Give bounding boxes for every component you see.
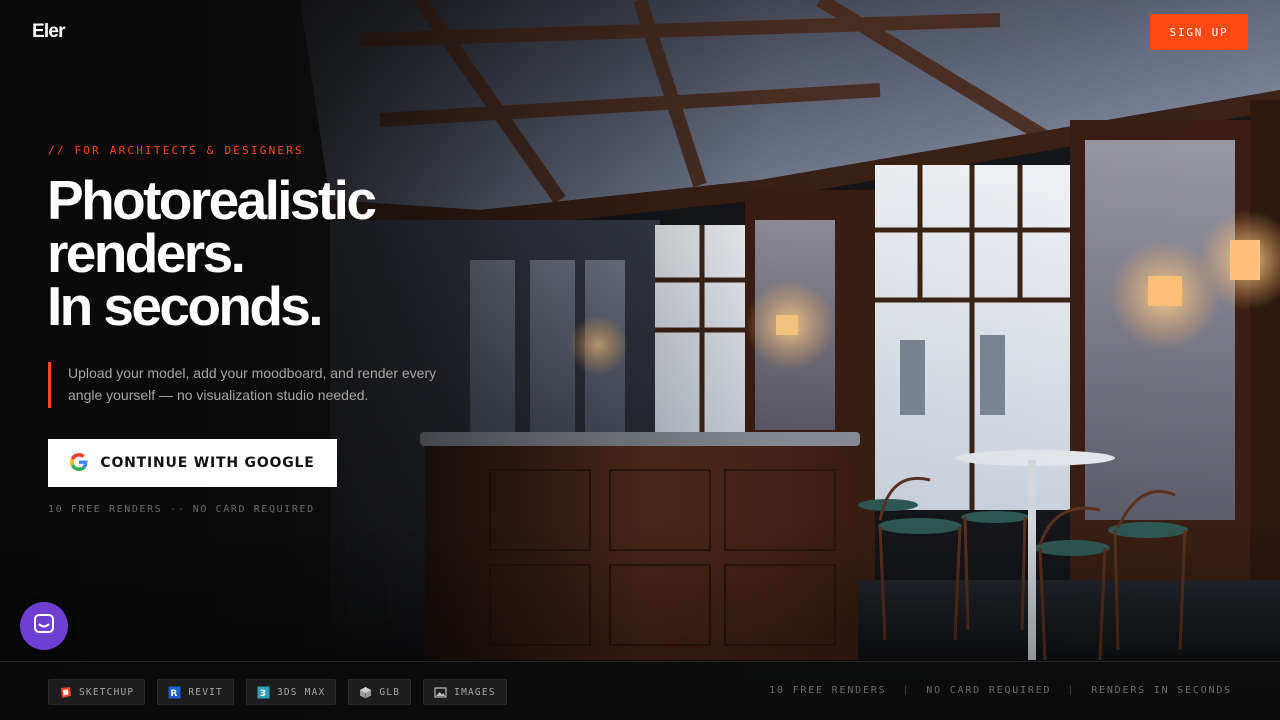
continue-with-google-button[interactable]: CONTINUE WITH GOOGLE (48, 439, 337, 487)
3dsmax-icon: 3 (257, 686, 270, 699)
stat-free-renders: 10 FREE RENDERS (769, 685, 887, 696)
footer-stats: 10 FREE RENDERS | NO CARD REQUIRED | REN… (769, 685, 1232, 696)
hero-description: Upload your model, add your moodboard, a… (48, 362, 468, 408)
stat-no-card: NO CARD REQUIRED (926, 685, 1052, 696)
chat-icon (32, 612, 56, 641)
format-label: GLB (379, 686, 401, 698)
footer-bar: SKETCHUP R REVIT 3 3DS MAX GLB IMAGES 10… (0, 661, 1280, 720)
google-icon (70, 452, 88, 474)
format-chip-images[interactable]: IMAGES (423, 679, 507, 705)
stat-separator: | (902, 685, 911, 696)
supported-formats: SKETCHUP R REVIT 3 3DS MAX GLB IMAGES (48, 679, 507, 705)
format-label: IMAGES (454, 686, 496, 698)
format-chip-glb[interactable]: GLB (348, 679, 412, 705)
sketchup-icon (59, 686, 72, 699)
headline-line-2: renders. (47, 222, 246, 284)
revit-icon: R (168, 686, 181, 699)
svg-text:R: R (171, 689, 179, 699)
svg-text:3: 3 (260, 689, 267, 699)
format-label: 3DS MAX (276, 686, 326, 698)
format-chip-3dsmax[interactable]: 3 3DS MAX (245, 679, 337, 705)
sign-up-button[interactable]: SIGN UP (1150, 14, 1248, 50)
format-chip-sketchup[interactable]: SKETCHUP (48, 679, 146, 705)
headline-line-3: In seconds. (47, 275, 324, 337)
hero-eyebrow: // FOR ARCHITECTS & DESIGNERS (48, 144, 304, 157)
format-label: SKETCHUP (79, 686, 135, 698)
format-label: REVIT (188, 686, 223, 698)
stat-separator: | (1067, 685, 1076, 696)
stat-renders-in-seconds: RENDERS IN SECONDS (1091, 685, 1232, 696)
google-button-label: CONTINUE WITH GOOGLE (100, 455, 315, 471)
hero-headline: Photorealistic renders. In seconds. (47, 169, 377, 337)
chat-launcher-button[interactable] (20, 602, 68, 650)
format-chip-revit[interactable]: R REVIT (157, 679, 234, 705)
hero-fine-print: 10 FREE RENDERS -- NO CARD REQUIRED (48, 504, 315, 515)
cube-icon (359, 686, 372, 699)
image-icon (434, 686, 447, 699)
headline-line-1: Photorealistic (47, 169, 377, 231)
brand-logo[interactable]: Eler (32, 21, 66, 43)
